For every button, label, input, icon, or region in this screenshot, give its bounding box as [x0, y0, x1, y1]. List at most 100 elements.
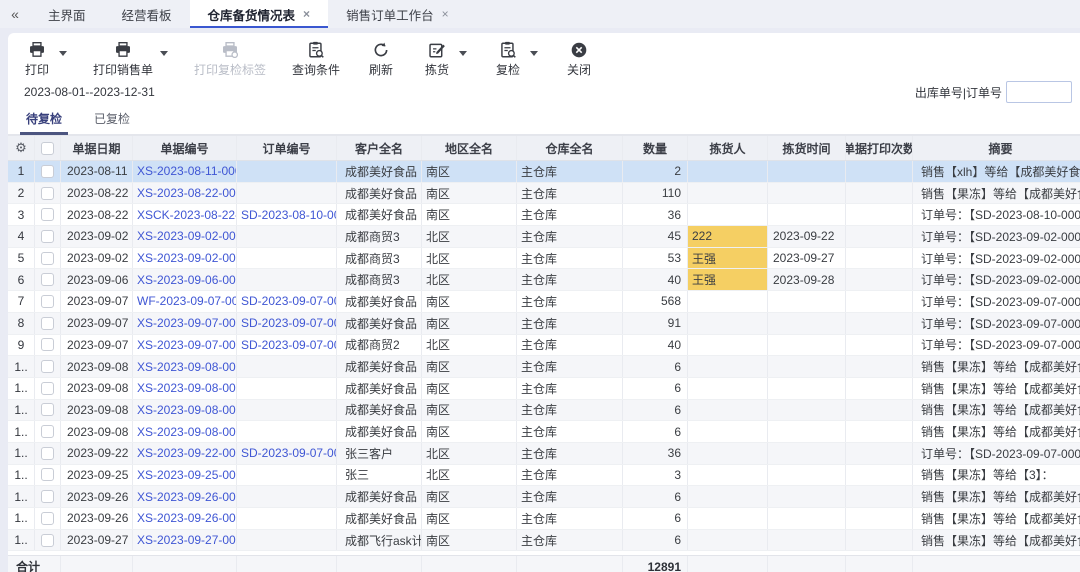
- row-checkbox[interactable]: [41, 446, 54, 460]
- row-checkbox[interactable]: [41, 403, 54, 417]
- close-tab-icon[interactable]: ×: [442, 7, 449, 21]
- order-no-link[interactable]: [237, 161, 337, 182]
- column-header-doc-no[interactable]: 单据编号: [133, 136, 237, 160]
- order-no-link[interactable]: [237, 421, 337, 442]
- collapse-tabs-button[interactable]: «: [0, 0, 30, 28]
- doc-no-link[interactable]: XS-2023-09-08-00026: [133, 399, 237, 421]
- column-header-warehouse[interactable]: 仓库全名: [517, 136, 623, 160]
- row-checkbox[interactable]: [41, 294, 54, 308]
- close-button[interactable]: 关闭: [564, 41, 594, 78]
- doc-no-link[interactable]: XS-2023-09-02-00017: [133, 247, 237, 269]
- doc-no-link[interactable]: XS-2023-09-27-00034: [133, 529, 237, 551]
- row-checkbox[interactable]: [41, 425, 54, 439]
- order-no-link[interactable]: [237, 247, 337, 269]
- column-header-summary[interactable]: 摘要: [913, 136, 1080, 160]
- doc-no-link[interactable]: XS-2023-08-11-00013: [133, 161, 237, 182]
- table-row[interactable]: 8 2023-09-07 XS-2023-09-07-00022 SD-2023…: [8, 312, 1080, 335]
- column-settings-button[interactable]: ⚙: [8, 136, 35, 160]
- doc-no-link[interactable]: XS-2023-09-26-00032: [133, 486, 237, 507]
- row-checkbox[interactable]: [41, 381, 54, 395]
- column-header-print-count[interactable]: 单据打印次数: [846, 136, 913, 160]
- row-checkbox[interactable]: [41, 208, 54, 222]
- doc-no-link[interactable]: XS-2023-08-22-00014: [133, 182, 237, 204]
- print-button[interactable]: 打印: [22, 41, 52, 78]
- order-no-link[interactable]: [237, 269, 337, 291]
- column-header-region[interactable]: 地区全名: [422, 136, 517, 160]
- order-no-link[interactable]: SD-2023-09-07-00017: [237, 312, 337, 334]
- table-row[interactable]: 1.. 2023-09-22 XS-2023-09-22-00030 SD-20…: [8, 442, 1080, 465]
- order-no-link[interactable]: [237, 486, 337, 507]
- order-no-link[interactable]: [237, 356, 337, 377]
- order-no-link[interactable]: [237, 464, 337, 486]
- column-header-qty[interactable]: 数量: [623, 136, 688, 160]
- row-checkbox[interactable]: [41, 186, 54, 200]
- doc-no-link[interactable]: XS-2023-09-08-00024: [133, 356, 237, 377]
- print-sales-order-dropdown-caret-icon[interactable]: [160, 51, 169, 56]
- order-no-link[interactable]: SD-2023-09-07-00009: [237, 291, 337, 312]
- tab-warehouse-stock-report[interactable]: 仓库备货情况表 ×: [189, 0, 329, 28]
- doc-no-link[interactable]: XS-2023-09-22-00030: [133, 442, 237, 464]
- doc-no-link[interactable]: XS-2023-09-08-00025: [133, 377, 237, 399]
- doc-no-link[interactable]: WF-2023-09-07-00003: [133, 291, 237, 312]
- row-checkbox[interactable]: [41, 511, 54, 525]
- table-row[interactable]: 1 2023-08-11 XS-2023-08-11-00013 成都美好食品 …: [8, 161, 1080, 183]
- order-no-link[interactable]: [237, 226, 337, 247]
- tab-dashboard[interactable]: 经营看板: [104, 0, 190, 28]
- order-no-link[interactable]: [237, 377, 337, 399]
- order-no-link[interactable]: SD-2023-09-07-00005: [237, 442, 337, 464]
- tab-pending-recheck[interactable]: 待复检: [19, 106, 69, 135]
- tab-main[interactable]: 主界面: [30, 0, 104, 28]
- print-dropdown-caret-icon[interactable]: [59, 51, 67, 56]
- order-no-link[interactable]: SD-2023-08-10-00002: [237, 204, 337, 226]
- recheck-button[interactable]: 复检: [493, 41, 523, 78]
- table-row[interactable]: 7 2023-09-07 WF-2023-09-07-00003 SD-2023…: [8, 291, 1080, 313]
- table-row[interactable]: 1.. 2023-09-08 XS-2023-09-08-00024 成都美好食…: [8, 356, 1080, 378]
- column-header-order-no[interactable]: 订单编号: [237, 136, 337, 160]
- doc-no-link[interactable]: XS-2023-09-08-00027: [133, 421, 237, 442]
- column-header-customer[interactable]: 客户全名: [337, 136, 422, 160]
- table-row[interactable]: 9 2023-09-07 XS-2023-09-07-00023 SD-2023…: [8, 334, 1080, 357]
- table-row[interactable]: 1.. 2023-09-26 XS-2023-09-26-00032 成都美好食…: [8, 486, 1080, 508]
- column-header-picker[interactable]: 拣货人: [688, 136, 768, 160]
- table-row[interactable]: 1.. 2023-09-08 XS-2023-09-08-00027 成都美好食…: [8, 421, 1080, 443]
- order-no-link[interactable]: [237, 182, 337, 204]
- doc-no-link[interactable]: XS-2023-09-26-00033: [133, 508, 237, 529]
- table-row[interactable]: 5 2023-09-02 XS-2023-09-02-00017 成都商贸3 北…: [8, 247, 1080, 270]
- row-checkbox[interactable]: [41, 229, 54, 243]
- table-row[interactable]: 1.. 2023-09-26 XS-2023-09-26-00033 成都美好食…: [8, 508, 1080, 530]
- query-conditions-button[interactable]: 查询条件: [292, 41, 340, 78]
- table-row[interactable]: 2 2023-08-22 XS-2023-08-22-00014 成都美好食品 …: [8, 182, 1080, 205]
- doc-no-link[interactable]: XS-2023-09-06-00018: [133, 269, 237, 291]
- doc-no-link[interactable]: XS-2023-09-25-00031: [133, 464, 237, 486]
- print-sales-order-button[interactable]: 打印销售单: [93, 41, 153, 78]
- row-checkbox[interactable]: [41, 360, 54, 374]
- row-checkbox[interactable]: [41, 338, 54, 352]
- tab-sales-order-workbench[interactable]: 销售订单工作台 ×: [328, 0, 467, 28]
- pick-goods-dropdown-caret-icon[interactable]: [459, 51, 468, 56]
- row-checkbox[interactable]: [41, 273, 54, 287]
- order-no-link[interactable]: [237, 529, 337, 551]
- row-checkbox[interactable]: [41, 164, 54, 178]
- doc-no-link[interactable]: XS-2023-09-02-00016: [133, 226, 237, 247]
- order-no-link[interactable]: SD-2023-09-07-00014: [237, 334, 337, 356]
- table-row[interactable]: 4 2023-09-02 XS-2023-09-02-00016 成都商贸3 北…: [8, 226, 1080, 248]
- column-header-date[interactable]: 单据日期: [61, 136, 133, 160]
- tab-rechecked[interactable]: 已复检: [92, 106, 132, 134]
- pick-goods-button[interactable]: 拣货: [422, 41, 452, 78]
- doc-no-link[interactable]: XS-2023-09-07-00023: [133, 334, 237, 356]
- row-checkbox[interactable]: [41, 251, 54, 265]
- refresh-button[interactable]: 刷新: [366, 41, 396, 78]
- row-checkbox[interactable]: [41, 316, 54, 330]
- row-checkbox[interactable]: [41, 533, 54, 547]
- order-no-link[interactable]: [237, 399, 337, 421]
- doc-no-link[interactable]: XS-2023-09-07-00022: [133, 312, 237, 334]
- table-row[interactable]: 1.. 2023-09-08 XS-2023-09-08-00026 成都美好食…: [8, 399, 1080, 422]
- table-row[interactable]: 3 2023-08-22 XSCK-2023-08-22-00001 SD-20…: [8, 204, 1080, 227]
- print-recheck-label-button[interactable]: 打印复检标签: [194, 41, 266, 78]
- search-input[interactable]: [1006, 81, 1072, 103]
- select-all-checkbox[interactable]: [41, 141, 54, 155]
- column-header-pick-time[interactable]: 拣货时间: [768, 136, 846, 160]
- table-row[interactable]: 1.. 2023-09-27 XS-2023-09-27-00034 成都飞行a…: [8, 529, 1080, 552]
- recheck-dropdown-caret-icon[interactable]: [530, 51, 539, 56]
- doc-no-link[interactable]: XSCK-2023-08-22-00001: [133, 204, 237, 226]
